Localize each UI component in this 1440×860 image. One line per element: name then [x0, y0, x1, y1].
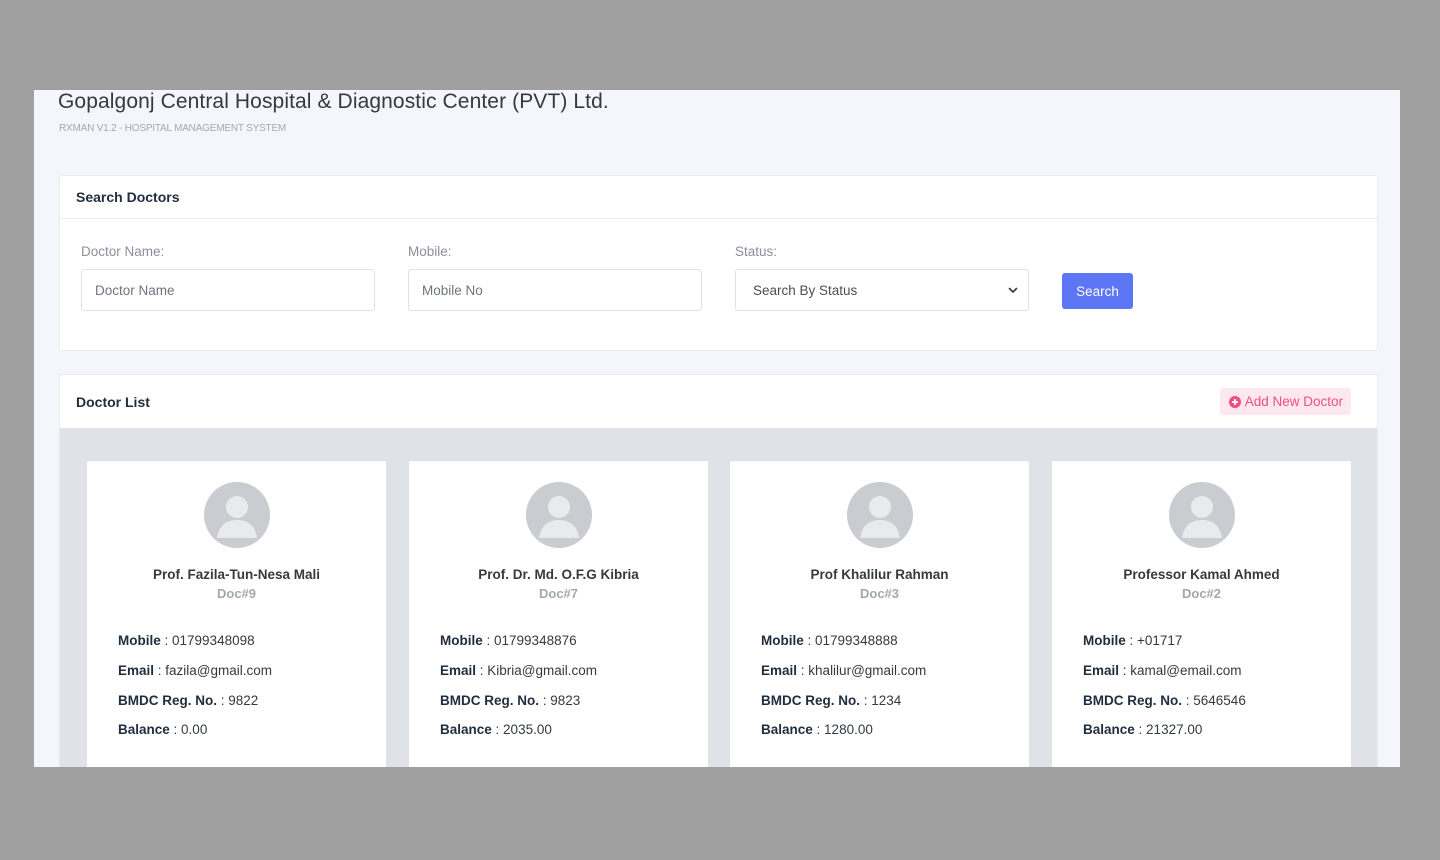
doctor-name-label: Doctor Name:	[81, 244, 165, 259]
mobile-field-label: Mobile	[1083, 633, 1126, 648]
doctor-bmdc: BMDC Reg. No. : 5646546	[1083, 693, 1246, 708]
balance-field-label: Balance	[761, 722, 813, 737]
balance-value: 0.00	[181, 722, 208, 737]
email-field-label: Email	[1083, 663, 1120, 678]
doctor-card[interactable]: Prof. Dr. Md. O.F.G Kibria Doc#7 Mobile …	[409, 461, 708, 767]
balance-value: 21327.00	[1146, 722, 1203, 737]
mobile-value: 01799348876	[494, 633, 577, 648]
doctor-card[interactable]: Prof Khalilur Rahman Doc#3 Mobile : 0179…	[730, 461, 1029, 767]
bmdc-value: 9823	[550, 693, 581, 708]
doctor-list-body: Prof. Fazila-Tun-Nesa Mali Doc#9 Mobile …	[60, 428, 1377, 767]
doctor-email: Email : Kibria@gmail.com	[440, 663, 598, 678]
doctor-email: Email : kamal@email.com	[1083, 663, 1242, 678]
status-select-value: Search By Status	[753, 282, 858, 298]
user-avatar-icon	[526, 482, 592, 548]
mobile-field-label: Mobile	[118, 633, 161, 648]
doctor-bmdc: BMDC Reg. No. : 9822	[118, 693, 259, 708]
user-avatar-icon	[847, 482, 913, 548]
mobile-field-label: Mobile	[440, 633, 483, 648]
search-card: Search Doctors Doctor Name: Mobile: Stat…	[59, 175, 1378, 351]
mobile-value: 01799348888	[815, 633, 898, 648]
doctor-balance: Balance : 1280.00	[761, 722, 873, 737]
bmdc-value: 5646546	[1193, 693, 1246, 708]
doctor-name-input[interactable]	[81, 269, 375, 311]
bmdc-value: 9822	[228, 693, 259, 708]
balance-field-label: Balance	[118, 722, 170, 737]
email-value: kamal@email.com	[1130, 663, 1242, 678]
bmdc-field-label: BMDC Reg. No.	[761, 693, 860, 708]
doctor-list-header: Doctor List Add New Doctor	[60, 375, 1377, 428]
balance-field-label: Balance	[440, 722, 492, 737]
search-button[interactable]: Search	[1062, 273, 1133, 309]
user-avatar-icon	[204, 482, 270, 548]
doctor-list-card: Doctor List Add New Doctor Prof. Fazila-…	[59, 374, 1378, 767]
bmdc-value: 1234	[871, 693, 902, 708]
email-value: fazila@gmail.com	[165, 663, 273, 678]
balance-value: 2035.00	[503, 722, 552, 737]
user-avatar-icon	[1169, 482, 1235, 548]
doctor-balance: Balance : 0.00	[118, 722, 208, 737]
doctor-mobile: Mobile : +01717	[1083, 633, 1183, 648]
doctor-id: Doc#3	[859, 586, 900, 601]
doctor-card[interactable]: Prof. Fazila-Tun-Nesa Mali Doc#9 Mobile …	[87, 461, 386, 767]
doctor-email: Email : khalilur@gmail.com	[761, 663, 927, 678]
doctor-bmdc: BMDC Reg. No. : 1234	[761, 693, 902, 708]
bmdc-field-label: BMDC Reg. No.	[118, 693, 217, 708]
doctor-list-title: Doctor List	[76, 393, 150, 410]
status-label: Status:	[735, 244, 778, 259]
doctor-email: Email : fazila@gmail.com	[118, 663, 273, 678]
doctor-balance: Balance : 21327.00	[1083, 722, 1203, 737]
email-field-label: Email	[118, 663, 155, 678]
mobile-input[interactable]	[408, 269, 702, 311]
email-value: khalilur@gmail.com	[808, 663, 927, 678]
doctor-mobile: Mobile : 01799348098	[118, 633, 255, 648]
email-field-label: Email	[440, 663, 477, 678]
doctor-balance: Balance : 2035.00	[440, 722, 552, 737]
mobile-value: +01717	[1137, 633, 1183, 648]
search-card-header: Search Doctors	[60, 176, 1377, 219]
mobile-value: 01799348098	[172, 633, 255, 648]
doctor-name-field: Doctor Name:	[81, 244, 375, 311]
doctor-mobile: Mobile : 01799348876	[440, 633, 577, 648]
chevron-down-icon	[1008, 287, 1018, 293]
doctor-name: Prof. Fazila-Tun-Nesa Mali	[152, 567, 321, 582]
doctor-bmdc: BMDC Reg. No. : 9823	[440, 693, 581, 708]
status-select[interactable]: Search By Status	[735, 269, 1029, 311]
doctor-id: Doc#7	[538, 586, 579, 601]
doctor-name: Prof. Dr. Md. O.F.G Kibria	[478, 567, 639, 582]
status-field: Status: Search By Status	[735, 244, 1029, 311]
mobile-field-label: Mobile	[761, 633, 804, 648]
page-title: Gopalgonj Central Hospital & Diagnostic …	[58, 90, 609, 113]
page-subtitle: RXMAN V1.2 - HOSPITAL MANAGEMENT SYSTEM	[59, 123, 287, 134]
add-new-doctor-button[interactable]: Add New Doctor	[1219, 388, 1351, 415]
email-field-label: Email	[761, 663, 798, 678]
mobile-field: Mobile:	[408, 244, 702, 311]
balance-value: 1280.00	[824, 722, 873, 737]
doctor-mobile: Mobile : 01799348888	[761, 633, 898, 648]
search-card-title: Search Doctors	[76, 189, 180, 205]
doctor-id: Doc#9	[216, 586, 257, 601]
bmdc-field-label: BMDC Reg. No.	[440, 693, 539, 708]
add-new-doctor-label: Add New Doctor	[1244, 394, 1343, 409]
doctor-name: Professor Kamal Ahmed	[1123, 567, 1280, 582]
mobile-label: Mobile:	[408, 244, 452, 259]
app-window: Gopalgonj Central Hospital & Diagnostic …	[34, 90, 1400, 767]
doctor-card[interactable]: Professor Kamal Ahmed Doc#2 Mobile : +01…	[1052, 461, 1351, 767]
balance-field-label: Balance	[1083, 722, 1135, 737]
doctor-id: Doc#2	[1181, 586, 1222, 601]
email-value: Kibria@gmail.com	[487, 663, 598, 678]
bmdc-field-label: BMDC Reg. No.	[1083, 693, 1182, 708]
plus-circle-icon	[1228, 395, 1241, 408]
doctor-name: Prof Khalilur Rahman	[810, 567, 949, 582]
